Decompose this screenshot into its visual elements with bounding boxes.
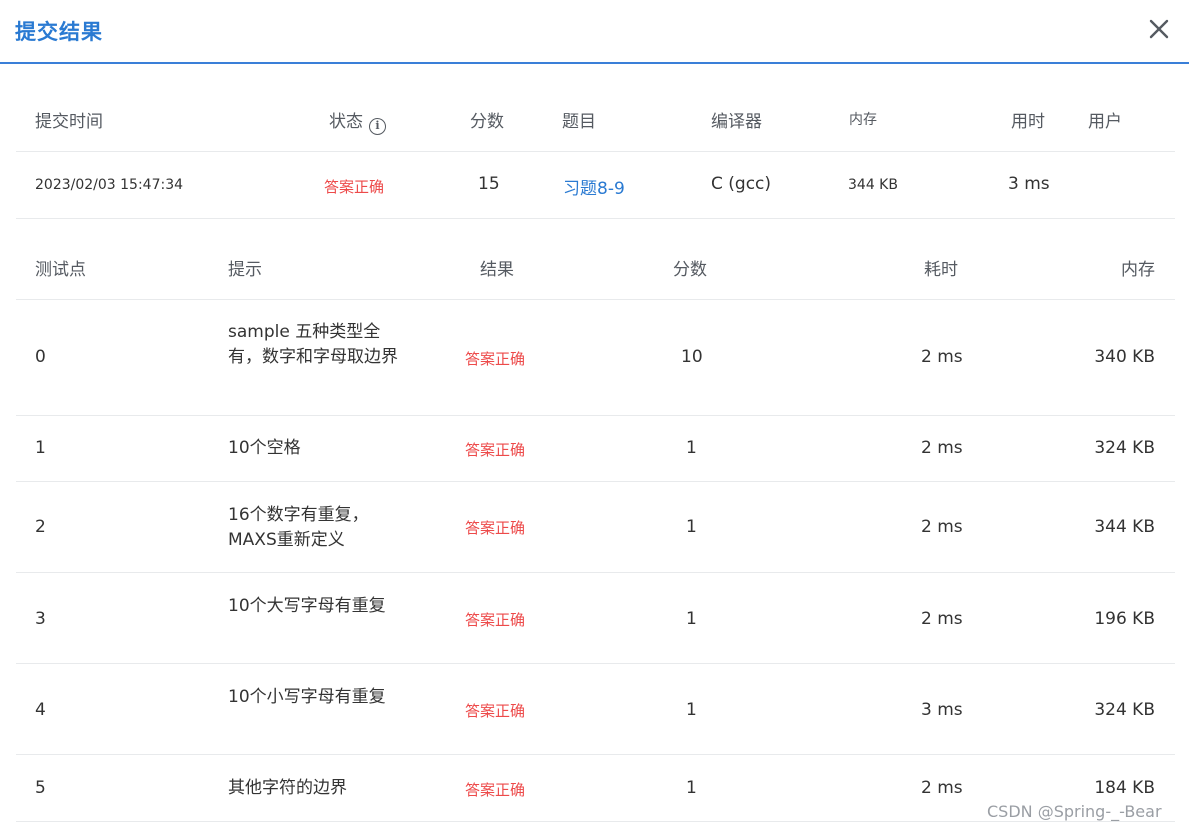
case-duration: 2 ms [921,609,963,629]
header-duration: 用时 [1011,112,1045,132]
case-duration: 3 ms [921,700,963,720]
table-row: 3 10个大写字母有重复 答案正确 1 2 ms 196 KB [16,573,1175,664]
case-result: 答案正确 [465,611,526,629]
header-memory: 内存 [1121,260,1155,280]
case-score: 1 [686,438,697,458]
case-score: 1 [686,517,697,537]
test-case-table: 测试点 提示 结果 分数 耗时 内存 0 sample 五种类型全有，数字和字母… [16,233,1175,822]
summary-header-row: 提交时间 状态 i 分数 题目 编译器 内存 用时 用户 [16,85,1175,152]
case-memory: 324 KB [1094,700,1155,720]
watermark: CSDN @Spring-_-Bear [987,802,1162,821]
header-hint: 提示 [228,260,262,280]
memory-value: 344 KB [848,177,898,193]
header-result: 结果 [480,260,514,280]
header-duration: 耗时 [924,260,958,280]
case-duration: 2 ms [921,438,963,458]
header-score: 分数 [673,260,707,280]
summary-data-row: 2023/02/03 15:47:34 答案正确 15 习题8-9 C (gcc… [16,152,1175,219]
detail-header-row: 测试点 提示 结果 分数 耗时 内存 [16,233,1175,300]
submission-summary-table: 提交时间 状态 i 分数 题目 编译器 内存 用时 用户 2023/02/03 1… [16,85,1175,219]
case-result: 答案正确 [465,350,526,368]
info-icon[interactable]: i [369,118,386,135]
case-hint: 10个空格 [228,438,301,458]
header-user: 用户 [1088,112,1122,132]
submit-time: 2023/02/03 15:47:34 [35,177,184,193]
case-memory: 196 KB [1094,609,1155,629]
header-compiler: 编译器 [711,112,762,132]
header-status-label: 状态 [329,112,363,132]
header-test-case: 测试点 [35,260,86,280]
case-id: 0 [35,347,46,367]
case-id: 2 [35,517,46,537]
case-hint: 16个数字有重复，MAXS重新定义 [228,505,369,550]
case-id: 4 [35,700,46,720]
case-memory: 324 KB [1094,438,1155,458]
score-value: 15 [478,174,500,194]
table-row: 2 16个数字有重复，MAXS重新定义 答案正确 1 2 ms 344 KB [16,482,1175,573]
case-hint: sample 五种类型全有，数字和字母取边界 [228,322,398,367]
case-score: 10 [681,347,703,367]
case-result: 答案正确 [465,441,526,459]
status-badge: 答案正确 [324,178,385,196]
close-button[interactable] [1146,16,1172,42]
duration-value: 3 ms [1008,174,1050,194]
header-status: 状态 i [329,107,386,135]
case-hint: 10个大写字母有重复 [228,596,386,616]
case-score: 1 [686,778,697,798]
table-row: 4 10个小写字母有重复 答案正确 1 3 ms 324 KB [16,664,1175,755]
header-problem: 题目 [562,112,596,132]
header-memory: 内存 [849,112,877,128]
case-id: 3 [35,609,46,629]
dialog-title: 提交结果 [15,20,103,44]
case-result: 答案正确 [465,519,526,537]
dialog-header: 提交结果 [0,0,1189,64]
header-submit-time: 提交时间 [35,112,103,132]
table-row: 1 10个空格 答案正确 1 2 ms 324 KB [16,416,1175,482]
close-icon [1149,19,1169,39]
case-id: 5 [35,778,46,798]
header-score: 分数 [470,112,504,132]
case-duration: 2 ms [921,347,963,367]
case-score: 1 [686,700,697,720]
problem-link[interactable]: 习题8-9 [563,174,625,199]
compiler-value: C (gcc) [711,174,772,194]
table-row: 0 sample 五种类型全有，数字和字母取边界 答案正确 10 2 ms 34… [16,300,1175,416]
case-result: 答案正确 [465,702,526,720]
case-duration: 2 ms [921,778,963,798]
case-id: 1 [35,438,46,458]
case-hint: 其他字符的边界 [228,778,347,798]
case-memory: 184 KB [1094,778,1155,798]
case-duration: 2 ms [921,517,963,537]
case-memory: 340 KB [1094,347,1155,367]
case-score: 1 [686,609,697,629]
case-memory: 344 KB [1094,517,1155,537]
case-hint: 10个小写字母有重复 [228,687,386,707]
case-result: 答案正确 [465,781,526,799]
